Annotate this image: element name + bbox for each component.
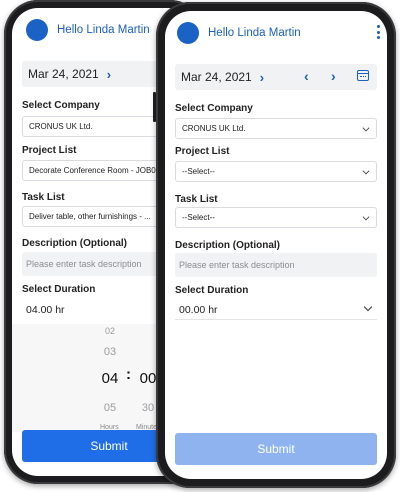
project-label: Project List (22, 145, 77, 156)
company-select-value: CRONUS UK Ltd. (182, 124, 246, 133)
company-select[interactable]: CRONUS UK Ltd. (175, 118, 377, 139)
company-label: Select Company (175, 103, 253, 114)
task-label: Task List (175, 194, 218, 205)
date-bar: Mar 24, 2021 › ‹ › (175, 64, 377, 90)
picker-hour[interactable]: 02 (98, 326, 122, 336)
duration-select[interactable]: 00.00 hr (175, 300, 377, 320)
date-text[interactable]: Mar 24, 2021 (181, 70, 252, 84)
duration-label: Select Duration (22, 284, 96, 295)
dropdown-caret-icon (363, 302, 373, 312)
header: Hello Linda Martin (177, 21, 301, 45)
greeting-text: Hello Linda Martin (57, 24, 150, 36)
picker-hour-selected[interactable]: 04 (98, 370, 122, 387)
description-input[interactable]: Please enter task description (175, 253, 377, 277)
date-text[interactable]: Mar 24, 2021 (28, 67, 99, 81)
duration-label: Select Duration (175, 285, 249, 296)
duration-value: 00.00 hr (179, 303, 218, 316)
chevron-right-icon[interactable]: › (331, 68, 336, 84)
project-select-value: --Select-- (182, 167, 215, 176)
project-label: Project List (175, 146, 230, 157)
company-label: Select Company (22, 100, 100, 111)
front-phone-frame: Hello Linda Martin Mar 24, 2021 › ‹ › Se… (153, 2, 396, 488)
chevron-right-icon[interactable]: › (260, 70, 264, 85)
project-select[interactable]: --Select-- (175, 161, 377, 182)
calendar-icon[interactable] (357, 70, 369, 81)
header: Hello Linda Martin (26, 18, 150, 42)
picker-hour[interactable]: 05 (98, 402, 122, 414)
description-label: Description (Optional) (175, 240, 280, 251)
dropdown-caret-icon (362, 213, 370, 221)
task-label: Task List (22, 192, 65, 203)
task-select-value: --Select-- (182, 213, 215, 222)
greeting-text: Hello Linda Martin (208, 27, 301, 39)
front-phone-screen: Hello Linda Martin Mar 24, 2021 › ‹ › Se… (165, 11, 387, 479)
dropdown-caret-icon (362, 124, 370, 132)
avatar[interactable] (26, 19, 48, 41)
kebab-menu-icon[interactable] (377, 25, 381, 42)
task-select[interactable]: --Select-- (175, 207, 377, 228)
avatar[interactable] (177, 22, 199, 44)
dropdown-caret-icon (362, 167, 370, 175)
chevron-left-icon[interactable]: ‹ (304, 68, 309, 84)
submit-button[interactable]: Submit (175, 433, 377, 465)
description-label: Description (Optional) (22, 238, 127, 249)
chevron-right-icon[interactable]: › (107, 67, 111, 82)
picker-colon: : (126, 366, 131, 383)
volume-button (153, 92, 156, 122)
picker-hour[interactable]: 03 (98, 346, 122, 358)
